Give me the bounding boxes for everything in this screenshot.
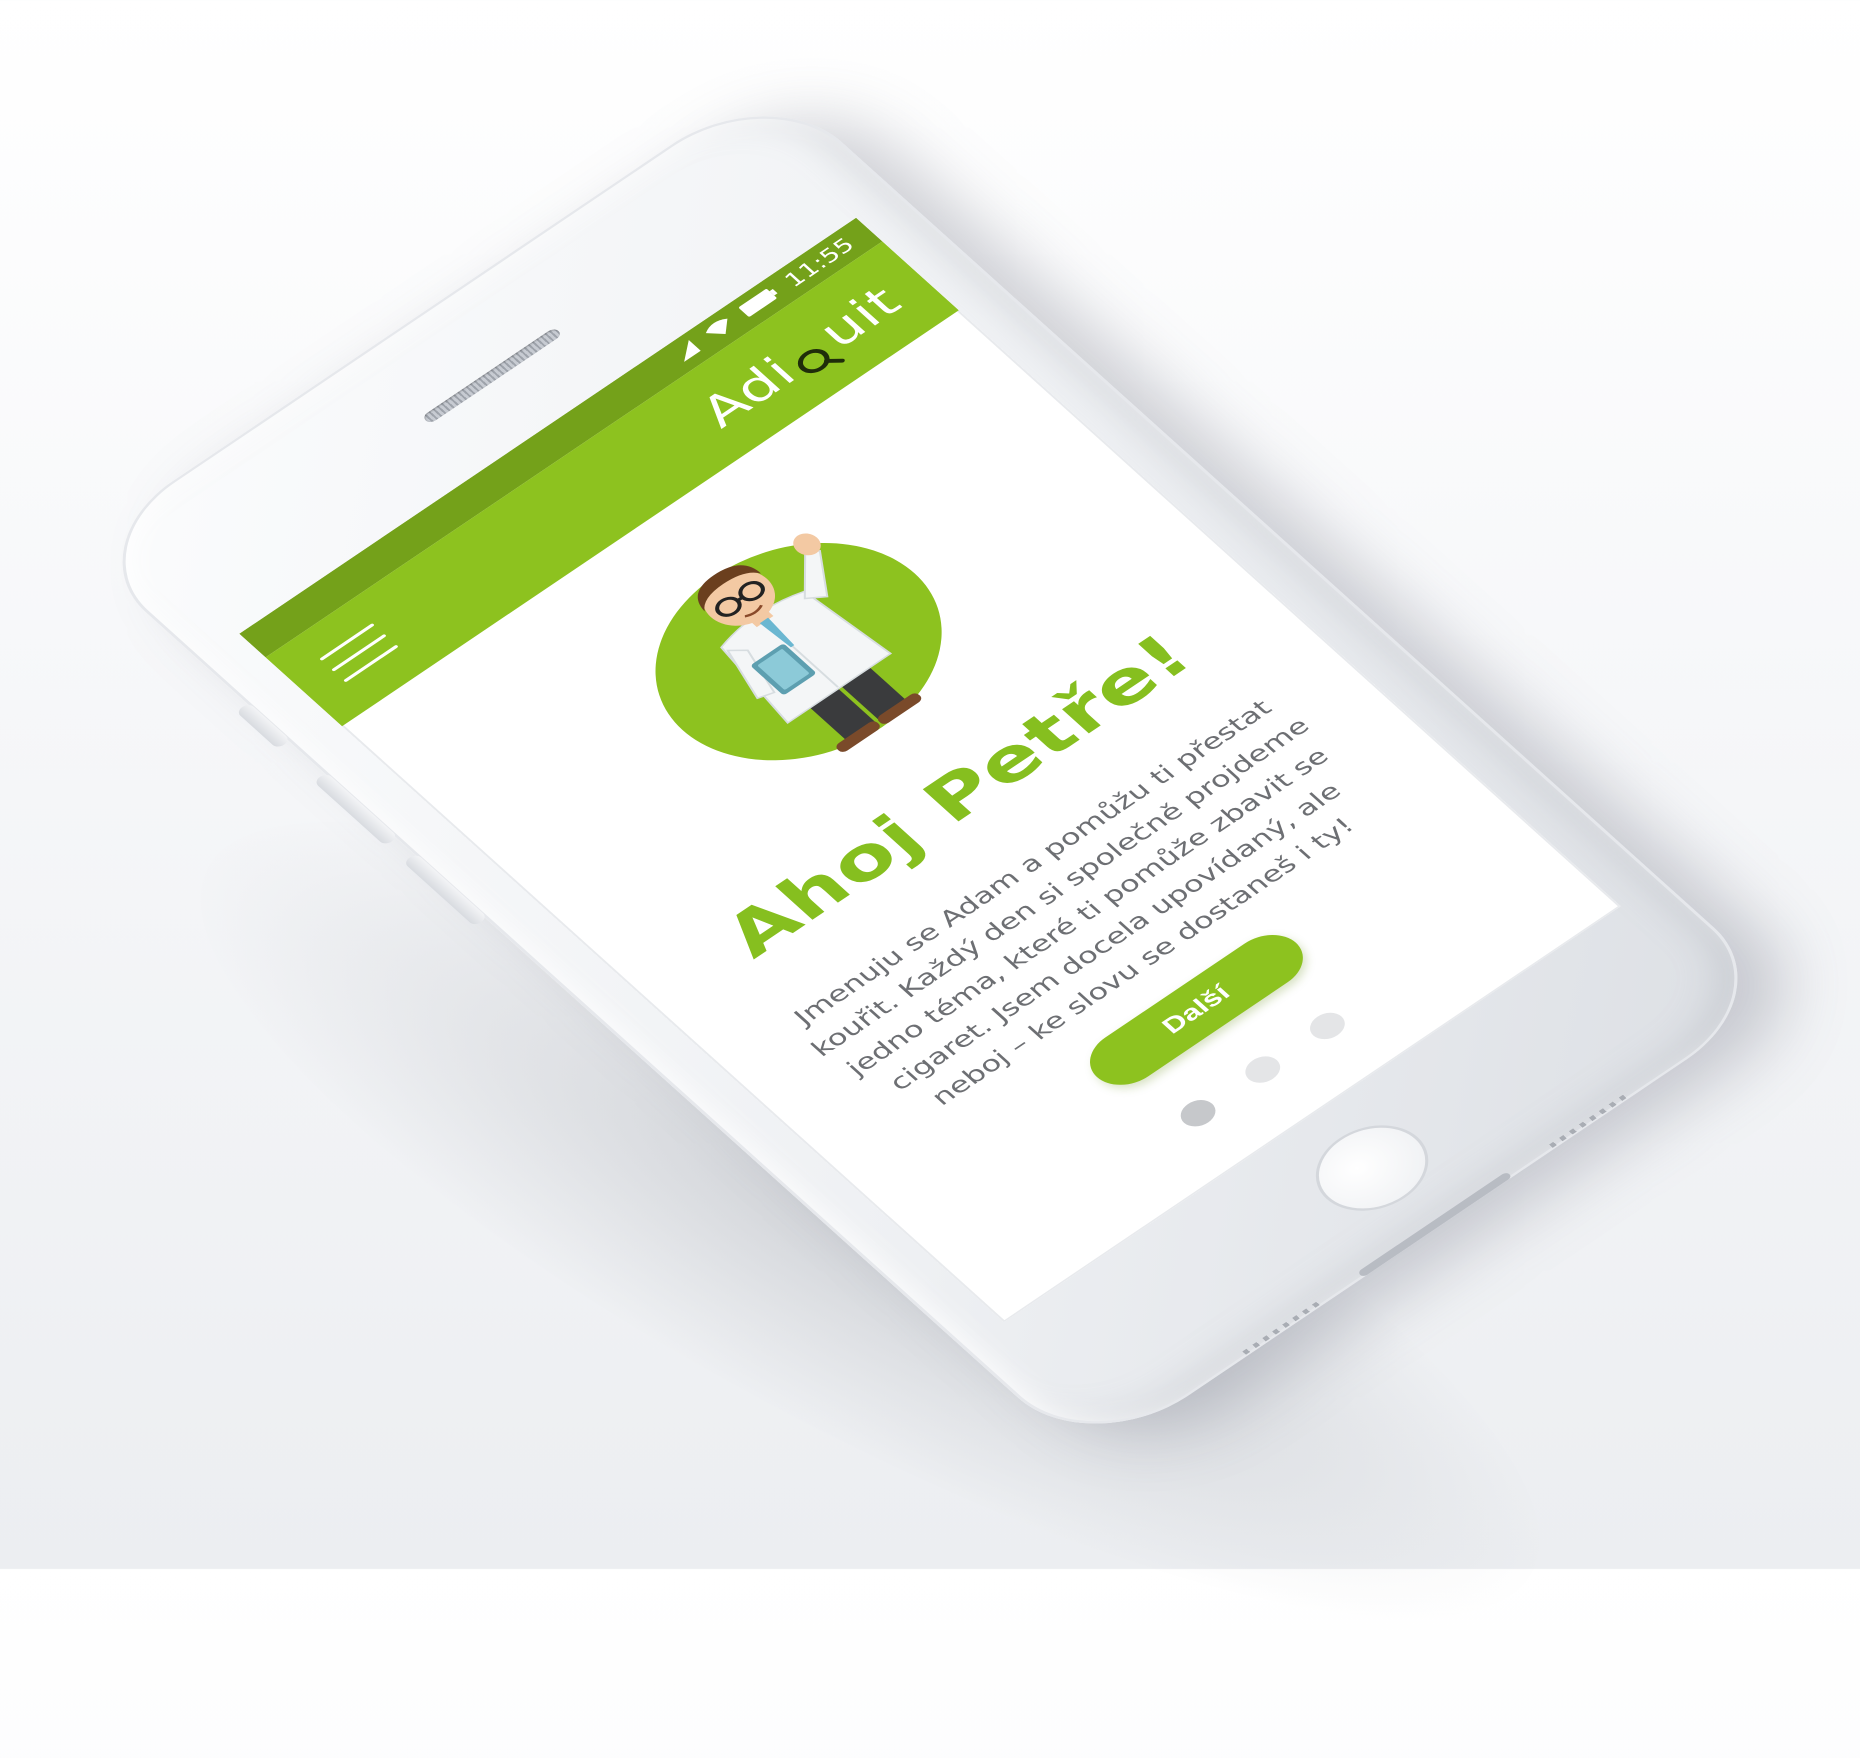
signal-icon: [669, 337, 706, 366]
hamburger-menu-icon[interactable]: [316, 616, 410, 687]
pager-dot-3[interactable]: [1303, 1007, 1352, 1045]
pager-dot-1[interactable]: [1173, 1094, 1223, 1132]
pager-dot-2[interactable]: [1238, 1050, 1288, 1089]
phone-device: 11:55 Adi uit Ahoj Petře! Jmenuju se Ada…: [74, 77, 1786, 1463]
